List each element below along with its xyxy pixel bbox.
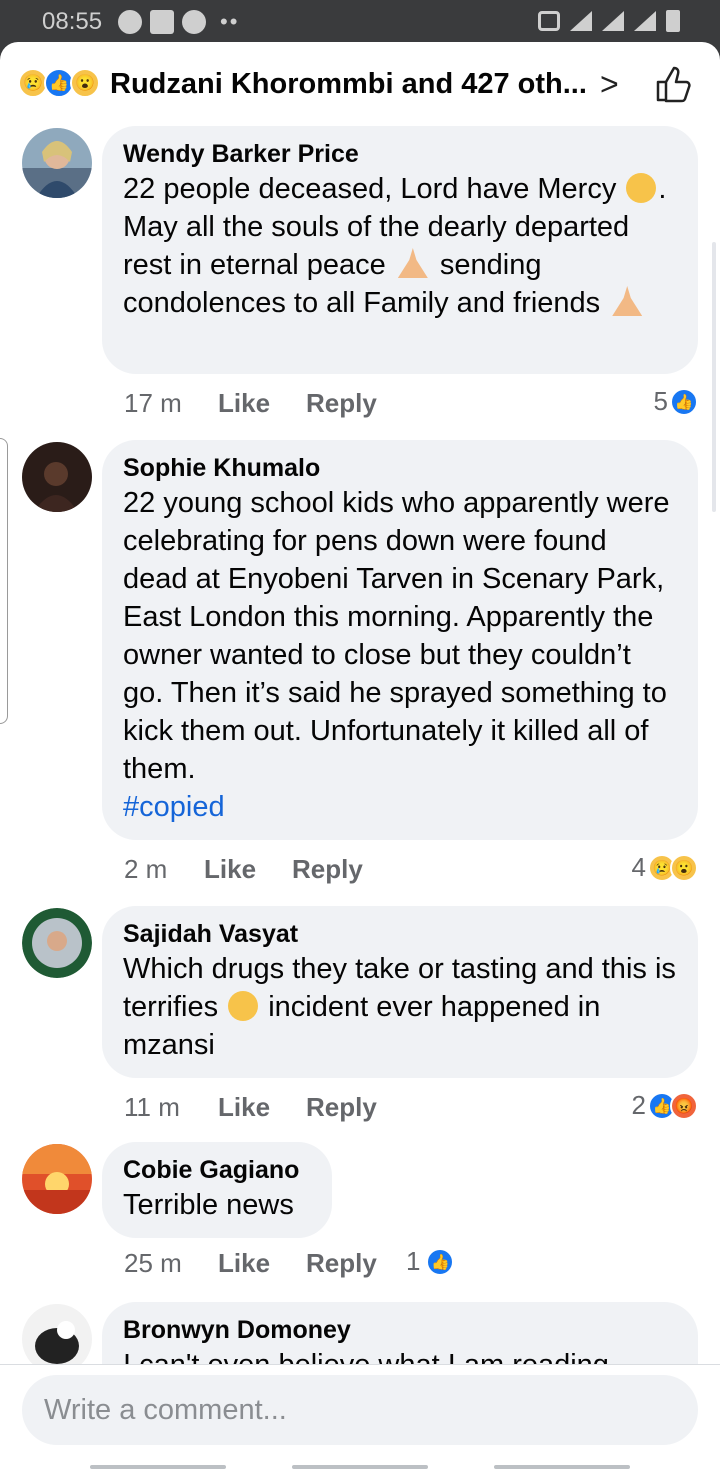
mute-icon — [538, 11, 560, 31]
comments-sheet: 😢 👍 😮 Rudzani Khorommbi and 427 oth... >… — [0, 42, 720, 1480]
comment-text: Terrible news — [123, 1189, 294, 1221]
comment-reactions[interactable]: 2 👍 😡 — [632, 1090, 698, 1121]
angry-react-icon: 😡 — [670, 1091, 698, 1120]
reactors-title[interactable]: Rudzani Khorommbi and 427 oth... — [110, 68, 587, 101]
comment-bubble: Sajidah Vasyat Which drugs they take or … — [102, 906, 698, 1078]
status-system-icons — [538, 10, 680, 32]
comment-actions: 2 m Like Reply — [124, 854, 399, 885]
signal-icon — [602, 11, 624, 31]
reactions-header[interactable]: 😢 👍 😮 Rudzani Khorommbi and 427 oth... > — [0, 42, 720, 126]
messenger-icon — [182, 10, 206, 34]
folded-hands-emoji-icon — [397, 248, 428, 278]
reply-button[interactable]: Reply — [306, 388, 377, 419]
comment-text-part: 22 people deceased, Lord have Mercy — [123, 173, 617, 205]
comment-actions: 25 m Like Reply — [124, 1248, 413, 1279]
avatar[interactable] — [22, 442, 92, 512]
commenter-name[interactable]: Cobie Gagiano — [123, 1154, 312, 1186]
reaction-count: 1 — [406, 1246, 421, 1276]
comment-bubble: Wendy Barker Price 22 people deceased, L… — [102, 126, 698, 374]
battery-icon — [666, 10, 680, 32]
edge-panel-handle[interactable] — [0, 438, 8, 724]
like-thumb-icon[interactable] — [654, 64, 692, 104]
anxious-face-emoji-icon — [228, 991, 259, 1021]
pleading-face-emoji-icon — [626, 173, 657, 203]
comments-list: Wendy Barker Price 22 people deceased, L… — [0, 126, 720, 1364]
status-time: 08:55 — [42, 8, 103, 35]
like-button[interactable]: Like — [204, 854, 256, 885]
comment-reactions[interactable]: 5 👍 — [654, 386, 698, 417]
commenter-name[interactable]: Sajidah Vasyat — [123, 918, 678, 950]
scrollbar[interactable] — [712, 242, 716, 512]
like-button[interactable]: Like — [218, 1092, 270, 1123]
signal-2-icon — [634, 11, 656, 31]
avatar[interactable] — [22, 128, 92, 198]
folded-hands-emoji-icon — [612, 286, 643, 316]
status-notification-icons: •• — [118, 9, 239, 35]
comment-text: I can't even believe what I am reading — [123, 1346, 678, 1364]
avatar[interactable] — [22, 1304, 92, 1364]
wow-react-icon: 😮 — [70, 68, 100, 98]
commenter-name[interactable]: Sophie Khumalo — [123, 452, 678, 484]
gallery-icon — [150, 10, 174, 34]
whatsapp-icon — [118, 10, 142, 34]
comment-time: 17 m — [124, 388, 182, 418]
nav-back-button[interactable] — [494, 1465, 630, 1469]
comment-composer — [0, 1364, 720, 1480]
system-nav-bar — [0, 1455, 720, 1480]
comment-text: 22 people deceased, Lord have Mercy . Ma… — [123, 170, 678, 322]
comment-time: 2 m — [124, 854, 168, 884]
status-bar: 08:55 •• — [0, 0, 720, 44]
like-react-icon: 👍 — [426, 1247, 455, 1276]
comment-time: 25 m — [124, 1248, 182, 1278]
nav-home-button[interactable] — [292, 1465, 428, 1469]
comment-bubble: Cobie Gagiano Terrible news — [102, 1142, 332, 1238]
comment-actions: 17 m Like Reply — [124, 388, 413, 419]
reply-button[interactable]: Reply — [306, 1248, 377, 1279]
avatar[interactable] — [22, 1144, 92, 1214]
hashtag-link[interactable]: #copied — [123, 788, 678, 826]
more-dots-icon: •• — [220, 9, 240, 34]
chevron-right-icon[interactable]: > — [600, 66, 619, 103]
wow-react-icon: 😮 — [670, 853, 698, 882]
avatar[interactable] — [22, 908, 92, 978]
like-react-icon: 👍 — [670, 387, 698, 416]
commenter-name[interactable]: Bronwyn Domoney — [123, 1314, 678, 1346]
comment-actions: 11 m Like Reply — [124, 1092, 413, 1123]
like-button[interactable]: Like — [218, 1248, 270, 1279]
reaction-count: 5 — [653, 386, 668, 416]
comment-time: 11 m — [124, 1092, 180, 1122]
reply-button[interactable]: Reply — [306, 1092, 377, 1123]
comment-text: 22 young school kids who apparently were… — [123, 487, 670, 785]
reaction-count: 4 — [631, 852, 646, 882]
comment-bubble: Sophie Khumalo 22 young school kids who … — [102, 440, 698, 840]
comment-input[interactable] — [22, 1375, 698, 1445]
comment-bubble: Bronwyn Domoney I can't even believe wha… — [102, 1302, 698, 1364]
reaction-summary: 😢 👍 😮 — [18, 68, 100, 98]
comment-text: Which drugs they take or tasting and thi… — [123, 950, 678, 1064]
reaction-count: 2 — [631, 1090, 646, 1120]
comment-reactions[interactable]: 1 👍 — [406, 1246, 455, 1277]
reply-button[interactable]: Reply — [292, 854, 363, 885]
comment-reactions[interactable]: 4 😢 😮 — [632, 852, 698, 883]
nav-recent-button[interactable] — [90, 1465, 226, 1469]
like-button[interactable]: Like — [218, 388, 270, 419]
wifi-icon — [570, 11, 592, 31]
commenter-name[interactable]: Wendy Barker Price — [123, 138, 678, 170]
